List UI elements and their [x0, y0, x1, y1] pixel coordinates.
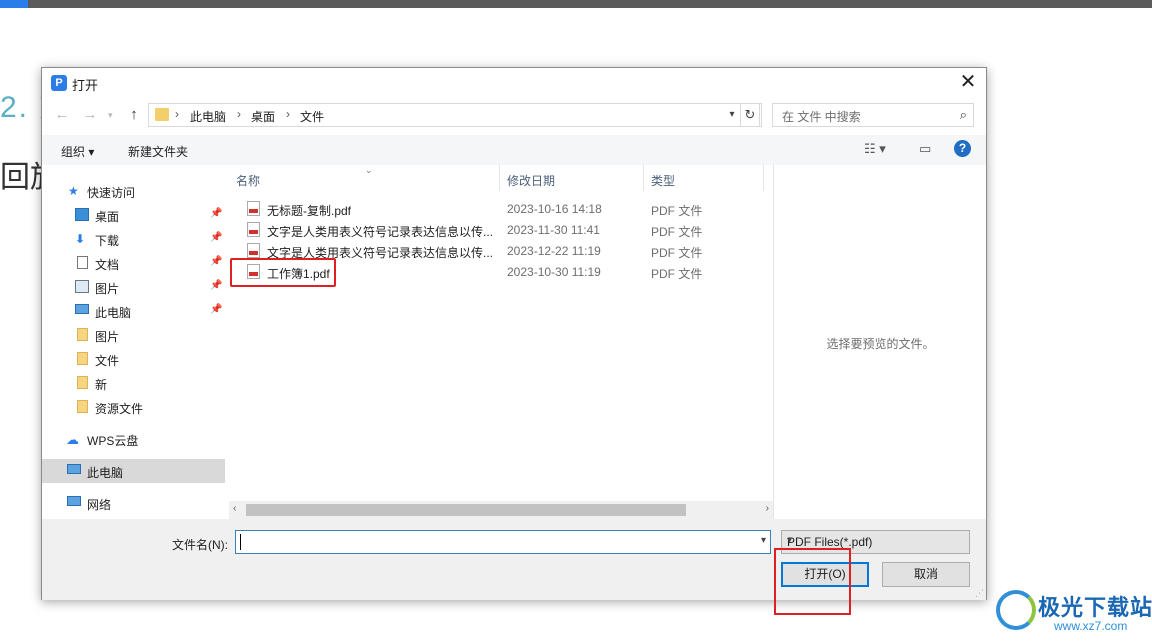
- search-input[interactable]: 在 文件 中搜索 ⌕: [772, 103, 974, 127]
- folder-icon: [77, 400, 88, 413]
- breadcrumb-this-pc[interactable]: 此电脑: [190, 108, 226, 125]
- sidebar-item-pictures-folder[interactable]: 图片: [42, 323, 225, 347]
- pdf-file-icon: [247, 243, 260, 258]
- preview-pane-icon[interactable]: ▭: [919, 141, 931, 157]
- pin-icon[interactable]: 📌: [210, 256, 222, 267]
- forward-arrow-icon[interactable]: →: [80, 104, 100, 126]
- background-topbar-accent: [0, 0, 28, 8]
- wps-pdf-app-icon: P: [51, 75, 67, 91]
- dialog-titlebar: P 打开 ✕: [42, 68, 986, 98]
- pin-icon[interactable]: 📌: [210, 280, 222, 291]
- scroll-right-icon[interactable]: ›: [766, 503, 769, 514]
- folder-icon: [77, 328, 88, 341]
- file-row[interactable]: 文字是人类用表义符号记录表达信息以传... 2023-11-30 11:41 P…: [229, 219, 773, 240]
- sidebar-item-pictures[interactable]: 图片 📌: [42, 275, 225, 299]
- organize-menu-button[interactable]: 组织 ▾: [61, 143, 94, 160]
- breadcrumb-desktop[interactable]: 桌面: [251, 108, 275, 125]
- watermark-text: 极光下载站: [1038, 595, 1152, 620]
- annotation-highlight-box: [230, 258, 336, 287]
- scrollbar-thumb[interactable]: [246, 504, 686, 516]
- breadcrumb-files[interactable]: 文件: [300, 108, 324, 125]
- back-arrow-icon[interactable]: ←: [52, 104, 72, 126]
- background-topbar: [0, 0, 1152, 8]
- filename-label: 文件名(N):: [172, 538, 228, 552]
- folder-icon: [77, 352, 88, 365]
- annotation-highlight-box: [774, 548, 851, 615]
- pdf-file-icon: [247, 201, 260, 216]
- watermark-logo-icon: [996, 590, 1036, 630]
- address-bar[interactable]: › 此电脑 › 桌面 › 文件: [148, 103, 762, 127]
- sidebar-item-desktop[interactable]: 桌面 📌: [42, 203, 225, 227]
- sidebar-item-quick-access[interactable]: ★ 快速访问: [42, 179, 225, 203]
- pin-icon[interactable]: 📌: [210, 232, 222, 243]
- sidebar-item-this-pc-pinned[interactable]: 此电脑 📌: [42, 299, 225, 323]
- sidebar-item-downloads[interactable]: ⬇ 下载 📌: [42, 227, 225, 251]
- sidebar-item-wps-cloud[interactable]: ☁ WPS云盘: [42, 427, 225, 451]
- pc-icon: [75, 304, 89, 314]
- star-icon: ★: [68, 184, 79, 198]
- sidebar-item-files-folder[interactable]: 文件: [42, 347, 225, 371]
- cancel-button[interactable]: 取消: [882, 562, 970, 587]
- pdf-file-icon: [247, 222, 260, 237]
- filename-input[interactable]: ▾: [235, 530, 771, 554]
- sidebar-item-this-pc[interactable]: 此电脑: [42, 459, 225, 483]
- open-file-dialog: P 打开 ✕ ← → ▾ ↑ › 此电脑 › 桌面 › 文件 ▾ ↻ 在 文件 …: [41, 67, 987, 600]
- cloud-icon: ☁: [66, 432, 79, 447]
- chevron-right-icon: ›: [237, 107, 241, 121]
- chevron-right-icon: ›: [286, 107, 290, 121]
- sidebar-item-resources-folder[interactable]: 资源文件: [42, 395, 225, 419]
- sort-arrow-icon: ⌄: [365, 165, 373, 175]
- sidebar-item-network[interactable]: 网络: [42, 491, 225, 515]
- column-header-type[interactable]: 类型: [644, 165, 764, 191]
- horizontal-scrollbar[interactable]: ‹ ›: [229, 501, 773, 519]
- preview-placeholder: 选择要预览的文件。: [826, 337, 935, 351]
- address-dropdown-icon[interactable]: ▾: [724, 103, 740, 127]
- search-icon: ⌕: [959, 107, 967, 122]
- sidebar-item-documents[interactable]: 文档 📌: [42, 251, 225, 275]
- column-header-name[interactable]: 名称 ⌄: [229, 165, 500, 191]
- recent-locations-dropdown-icon[interactable]: ▾: [108, 107, 118, 123]
- network-icon: [67, 496, 81, 506]
- preview-pane: 选择要预览的文件。: [773, 165, 986, 519]
- download-icon: ⬇: [75, 232, 86, 246]
- file-row[interactable]: 无标题-复制.pdf 2023-10-16 14:18 PDF 文件: [229, 198, 773, 219]
- pin-icon[interactable]: 📌: [210, 208, 222, 219]
- scroll-left-icon[interactable]: ‹: [233, 503, 236, 514]
- chevron-right-icon: ›: [175, 107, 179, 121]
- navigation-pane: ★ 快速访问 桌面 📌 ⬇ 下载 📌 文档 📌 图片 📌 此电脑 📌 图片 文件…: [42, 165, 227, 519]
- filename-dropdown-icon[interactable]: ▾: [761, 535, 766, 546]
- pc-icon: [67, 464, 81, 474]
- chevron-down-icon: ▾: [787, 535, 793, 546]
- resize-grip-icon[interactable]: ⋰: [975, 588, 984, 599]
- column-header-date[interactable]: 修改日期: [500, 165, 644, 191]
- pin-icon[interactable]: 📌: [210, 304, 222, 315]
- watermark: 极光下载站 www.xz7.com: [992, 586, 1152, 641]
- desktop-icon: [75, 208, 89, 221]
- search-placeholder: 在 文件 中搜索: [782, 110, 861, 124]
- command-toolbar: 组织 ▾ 新建文件夹 ☷ ▾ ▭ ?: [42, 135, 986, 165]
- up-arrow-icon[interactable]: ↑: [124, 104, 144, 126]
- watermark-url: www.xz7.com: [1054, 619, 1128, 633]
- dialog-title: 打开: [72, 78, 99, 93]
- close-button[interactable]: ✕: [950, 68, 986, 98]
- picture-icon: [75, 280, 89, 293]
- folder-icon: [155, 108, 169, 121]
- view-options-icon[interactable]: ☷ ▾: [864, 141, 886, 157]
- text-caret: [240, 534, 241, 550]
- folder-icon: [77, 376, 88, 389]
- refresh-icon[interactable]: ↻: [740, 103, 760, 127]
- document-icon: [77, 256, 88, 269]
- file-list: 名称 ⌄ 修改日期 类型 无标题-复制.pdf 2023-10-16 14:18…: [229, 165, 773, 519]
- new-folder-button[interactable]: 新建文件夹: [128, 143, 188, 160]
- sidebar-item-new-folder[interactable]: 新: [42, 371, 225, 395]
- help-icon[interactable]: ?: [954, 140, 971, 157]
